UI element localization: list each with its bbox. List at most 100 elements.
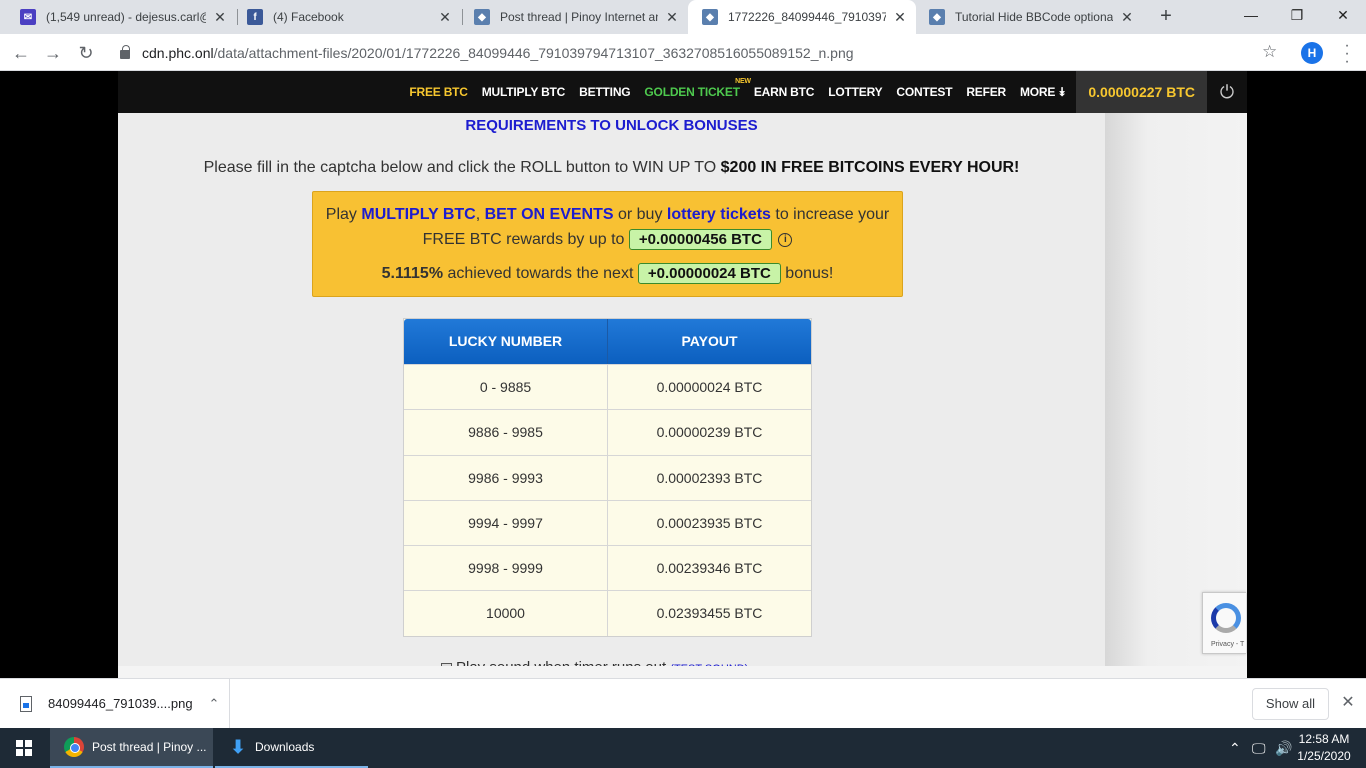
close-icon[interactable]: ✕ <box>212 9 228 26</box>
back-button[interactable]: ← <box>9 41 33 65</box>
download-arrow-icon: ⬇ <box>230 737 246 757</box>
forward-button[interactable]: → <box>41 41 65 65</box>
lucky-range: 0 - 9885 <box>404 365 608 410</box>
url-path: /data/attachment-files/2020/01/1772226_8… <box>213 44 854 61</box>
close-icon[interactable]: ✕ <box>1338 692 1358 712</box>
nav-betting[interactable]: BETTING <box>572 71 637 113</box>
browser-menu-icon[interactable]: · · · <box>1340 38 1354 70</box>
lottery-tickets-link[interactable]: lottery tickets <box>667 206 771 223</box>
image-file-icon <box>20 695 32 712</box>
bet-on-events-link[interactable]: BET ON EVENTS <box>485 206 614 223</box>
taskbar: Post thread | Pinoy ... ⬇ Downloads ⌃ 🖵 … <box>0 728 1366 768</box>
tab-mail[interactable]: ✉ (1,549 unread) - dejesus.carl@ ✕ <box>6 0 236 34</box>
tab-post-thread[interactable]: ◆ Post thread | Pinoy Internet an ✕ <box>460 0 688 34</box>
info-icon[interactable]: i <box>778 232 793 247</box>
nav-more-label: MORE <box>1020 85 1056 99</box>
clock-time: 12:58 AM <box>1298 732 1350 746</box>
percent-achieved: 5.1115% <box>381 265 444 282</box>
system-clock[interactable]: 12:58 AM 1/25/2020 <box>1292 731 1356 765</box>
chrome-icon <box>64 737 84 757</box>
table-row: 9994 - 9997 0.00023935 BTC <box>404 499 811 546</box>
nav-golden-ticket[interactable]: GOLDEN TICKET NEW <box>637 71 751 113</box>
close-icon[interactable]: ✕ <box>892 9 908 26</box>
table-row: 9886 - 9985 0.00000239 BTC <box>404 409 811 455</box>
payout-value: 0.00239346 BTC <box>656 560 763 577</box>
tab-title: Post thread | Pinoy Internet an <box>500 10 658 24</box>
comma-text: , <box>475 206 485 223</box>
chevron-up-icon[interactable]: ⌃ <box>199 696 229 712</box>
maximize-button[interactable]: ❐ <box>1274 0 1320 30</box>
close-icon[interactable]: ✕ <box>1119 9 1135 26</box>
nav-lottery[interactable]: LOTTERY <box>821 71 889 113</box>
close-icon[interactable]: ✕ <box>437 9 453 26</box>
payout-value: 0.00000024 BTC <box>656 379 763 395</box>
nav-refer[interactable]: REFER <box>959 71 1013 113</box>
start-button[interactable] <box>0 728 48 768</box>
nav-free-btc[interactable]: FREE BTC <box>402 71 474 113</box>
browser-toolbar: ← → ↻ cdn.phc.onl/data/attachment-files/… <box>0 34 1366 71</box>
achieved-text: achieved towards the next <box>443 265 638 282</box>
multiply-btc-link[interactable]: MULTIPLY BTC <box>361 206 475 223</box>
increase-amount-badge: +0.00000456 BTC <box>628 229 772 250</box>
show-all-button[interactable]: Show all <box>1252 688 1329 720</box>
header-payout: PAYOUT <box>681 333 738 349</box>
payout-value: 0.02393455 BTC <box>656 605 763 622</box>
profile-avatar[interactable]: H <box>1301 42 1323 64</box>
clock-date: 1/25/2020 <box>1297 749 1351 763</box>
windows-icon <box>16 740 32 756</box>
play-text: Play <box>325 206 362 223</box>
bonus-word: bonus! <box>780 265 834 282</box>
table-row: 9986 - 9993 0.00002393 BTC <box>404 454 811 500</box>
new-tab-button[interactable]: + <box>1155 5 1177 27</box>
taskbar-downloads-label: Downloads <box>255 740 315 754</box>
bonus-line-2: FREE BTC rewards by up to +0.00000456 BT… <box>313 229 902 250</box>
reload-button[interactable]: ↻ <box>74 41 98 65</box>
network-icon[interactable]: 🖵 <box>1252 728 1266 768</box>
nav-more[interactable]: MORE ⯯ <box>1013 71 1072 113</box>
main-content: REQUIREMENTS TO UNLOCK BONUSES Please fi… <box>118 113 1105 676</box>
forum-icon: ◆ <box>929 9 945 25</box>
taskbar-downloads[interactable]: ⬇ Downloads <box>215 728 368 768</box>
url-text: cdn.phc.onl/data/attachment-files/2020/0… <box>142 45 854 61</box>
address-bar[interactable]: cdn.phc.onl/data/attachment-files/2020/0… <box>110 38 1290 67</box>
requirements-link[interactable]: REQUIREMENTS TO UNLOCK BONUSES <box>118 117 1105 134</box>
next-bonus-badge: +0.00000024 BTC <box>637 263 781 284</box>
taskbar-chrome[interactable]: Post thread | Pinoy ... <box>50 728 213 768</box>
window-close-button[interactable]: ✕ <box>1320 0 1366 30</box>
payout-table-header: LUCKY NUMBER PAYOUT <box>404 319 811 364</box>
download-item[interactable]: 84099446_791039....png ⌃ <box>0 679 230 728</box>
url-host: cdn.phc.onl <box>142 44 214 61</box>
table-row: 10000 0.02393455 BTC <box>404 590 811 636</box>
power-icon[interactable]: ⏻ <box>1207 71 1247 113</box>
download-filename: 84099446_791039....png <box>48 696 193 711</box>
chevron-up-icon[interactable]: ⌃ <box>1229 728 1241 768</box>
payout-value: 0.00000239 BTC <box>656 424 763 441</box>
close-icon[interactable]: ✕ <box>664 9 680 26</box>
right-sidebar <box>1105 113 1247 666</box>
recaptcha-icon <box>1211 603 1241 633</box>
table-row: 0 - 9885 0.00000024 BTC <box>404 364 811 410</box>
lucky-range: 9994 - 9997 <box>404 500 608 546</box>
tab-tutorial[interactable]: ◆ Tutorial Hide BBCode optional ✕ <box>915 0 1143 34</box>
tab-title: Tutorial Hide BBCode optional <box>955 10 1113 24</box>
tab-attachment[interactable]: ◆ 1772226_84099446_79103979 ✕ <box>688 0 916 34</box>
bookmark-star-icon[interactable]: ☆ <box>1262 42 1277 62</box>
bonus-box: Play MULTIPLY BTC, BET ON EVENTS or buy … <box>312 191 903 297</box>
recaptcha-badge[interactable]: Privacy - T <box>1202 592 1246 654</box>
page-bottom-strip <box>118 666 1247 678</box>
nav-earn-btc[interactable]: EARN BTC <box>747 71 821 113</box>
tab-facebook[interactable]: f (4) Facebook ✕ <box>233 0 461 34</box>
tab-title: 1772226_84099446_79103979 <box>728 10 886 24</box>
payout-value: 0.00002393 BTC <box>656 469 763 486</box>
bonus-line-1: Play MULTIPLY BTC, BET ON EVENTS or buy … <box>313 206 902 224</box>
volume-icon[interactable]: 🔊 <box>1275 728 1292 768</box>
lucky-range: 9886 - 9985 <box>404 410 608 455</box>
nav-contest[interactable]: CONTEST <box>889 71 959 113</box>
intro-text: Please fill in the captcha below and cli… <box>118 159 1105 177</box>
nav-multiply-btc[interactable]: MULTIPLY BTC <box>475 71 572 113</box>
tab-strip: ✉ (1,549 unread) - dejesus.carl@ ✕ f (4)… <box>0 0 1366 34</box>
intro-prefix: Please fill in the captcha below and cli… <box>203 159 721 176</box>
minimize-button[interactable]: — <box>1228 0 1274 30</box>
page-viewport: FREE BTC MULTIPLY BTC BETTING GOLDEN TIC… <box>0 71 1366 678</box>
lucky-range: 10000 <box>404 591 608 636</box>
